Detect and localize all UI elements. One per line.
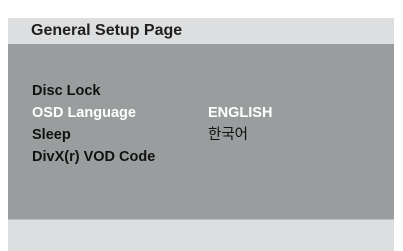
header-bar: General Setup Page <box>8 18 394 45</box>
page-title: General Setup Page <box>31 22 183 39</box>
menu-item-osd-language[interactable]: OSD Language ENGLISH <box>8 102 394 124</box>
menu-item-value[interactable]: ENGLISH <box>208 102 272 124</box>
menu-item-label: Disc Lock <box>32 83 101 99</box>
menu-item-sleep[interactable]: Sleep 한국어 <box>8 124 394 146</box>
menu-item-label: DivX(r) VOD Code <box>32 149 156 165</box>
menu-item-label: OSD Language <box>32 105 136 121</box>
menu-item-disc-lock[interactable]: Disc Lock <box>8 80 394 102</box>
setup-menu: Disc Lock OSD Language ENGLISH Sleep 한국어… <box>8 44 394 219</box>
footer-bar <box>8 219 394 251</box>
menu-item-divx-vod-code[interactable]: DivX(r) VOD Code <box>8 146 394 168</box>
menu-item-label: Sleep <box>32 127 71 143</box>
osd-window: General Setup Page Disc Lock OSD Languag… <box>8 18 394 251</box>
menu-item-value[interactable]: 한국어 <box>208 124 248 146</box>
